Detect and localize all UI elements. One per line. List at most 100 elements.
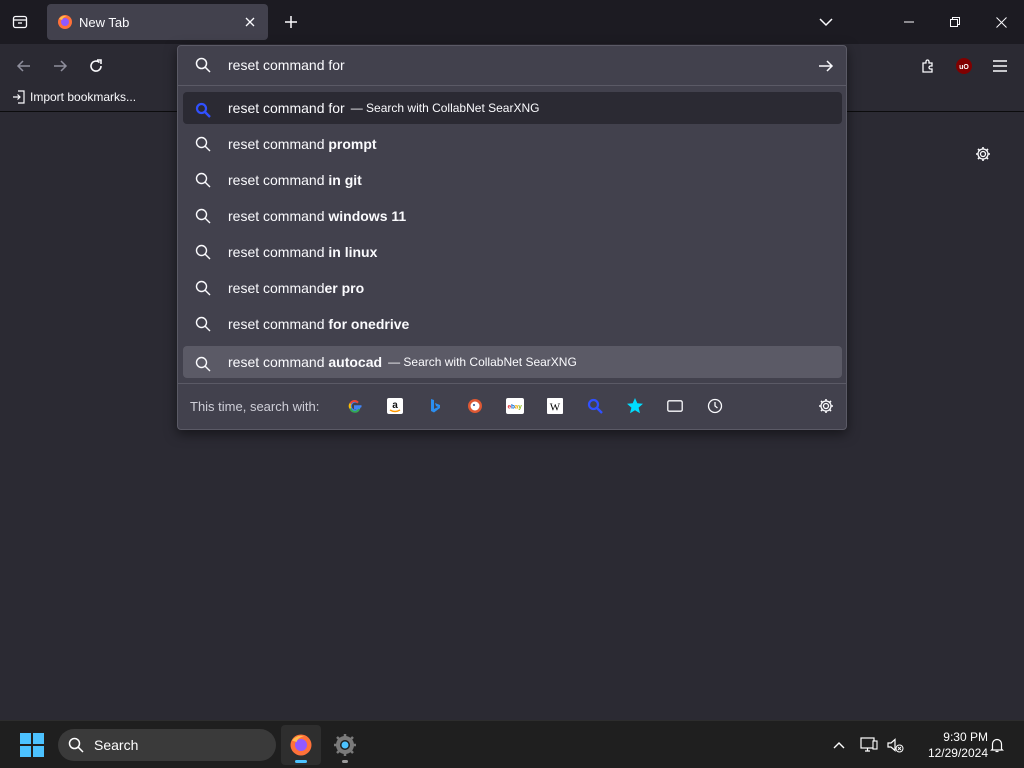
clock-time: 9:30 PM bbox=[943, 730, 988, 744]
ublock-button[interactable]: uO bbox=[950, 52, 978, 80]
tab-close-button[interactable] bbox=[242, 14, 258, 30]
searxng-icon bbox=[587, 398, 603, 414]
search-settings-button[interactable] bbox=[816, 396, 836, 416]
restore-button[interactable] bbox=[932, 0, 978, 44]
search-icon bbox=[195, 172, 211, 188]
result-suggestion: prompt bbox=[328, 136, 377, 152]
volume-button[interactable] bbox=[884, 721, 906, 768]
minimize-icon bbox=[904, 21, 914, 23]
result-suggestion: er pro bbox=[324, 280, 365, 296]
result-row[interactable]: reset command in git bbox=[183, 162, 842, 198]
result-row[interactable]: reset command for onedrive bbox=[183, 306, 842, 342]
tab-icon bbox=[667, 400, 683, 412]
windows-logo-icon bbox=[20, 733, 44, 757]
arrow-left-icon bbox=[16, 60, 30, 72]
taskbar: Search 9:30 PM 12/29/2024 bbox=[0, 720, 1024, 768]
extensions-button[interactable] bbox=[914, 52, 942, 80]
minimize-button[interactable] bbox=[886, 0, 932, 44]
svg-text:W: W bbox=[550, 402, 561, 414]
result-row[interactable]: reset command er pro bbox=[183, 270, 842, 306]
search-tabs-button[interactable] bbox=[665, 396, 685, 416]
search-bookmarks-button[interactable] bbox=[625, 396, 645, 416]
search-icon bbox=[195, 356, 211, 372]
urlbar-popup: reset command for reset command for — Se… bbox=[177, 45, 847, 430]
tab-strip: New Tab bbox=[0, 0, 1024, 44]
result-text: reset command bbox=[228, 316, 329, 332]
gear-icon bbox=[976, 147, 990, 161]
close-icon bbox=[245, 17, 255, 27]
ebay-icon: ebay bbox=[506, 398, 524, 414]
menu-button[interactable] bbox=[986, 52, 1014, 80]
list-all-tabs-button[interactable] bbox=[814, 10, 838, 34]
star-icon bbox=[627, 398, 643, 414]
bell-icon bbox=[990, 738, 1004, 753]
start-button[interactable] bbox=[20, 733, 44, 757]
result-row[interactable]: reset command for — Search with CollabNe… bbox=[183, 92, 842, 124]
search-icon bbox=[195, 316, 211, 332]
search-history-button[interactable] bbox=[705, 396, 725, 416]
result-text: reset command bbox=[228, 354, 329, 370]
wikipedia-icon: W bbox=[547, 398, 563, 414]
show-hidden-icons-button[interactable] bbox=[828, 721, 850, 768]
search-icon bbox=[195, 244, 211, 260]
results-list: reset command for — Search with CollabNe… bbox=[183, 92, 842, 378]
one-off-search-bar: This time, search with: a ebay W bbox=[178, 383, 846, 429]
new-tab-button[interactable] bbox=[279, 10, 303, 34]
tab-new-tab[interactable]: New Tab bbox=[47, 4, 268, 40]
result-action: — Search with CollabNet SearXNG bbox=[350, 101, 540, 115]
result-text: reset command bbox=[228, 244, 329, 260]
urlbar-input[interactable]: reset command for bbox=[228, 57, 345, 73]
taskbar-firefox[interactable] bbox=[281, 725, 321, 765]
active-indicator bbox=[295, 760, 307, 763]
firefox-icon bbox=[290, 734, 312, 756]
result-row[interactable]: reset command autocad — Search with Coll… bbox=[183, 346, 842, 378]
result-text: reset command bbox=[228, 136, 329, 152]
network-button[interactable] bbox=[858, 721, 880, 768]
engine-duckduckgo[interactable] bbox=[465, 396, 485, 416]
customize-newtab-button[interactable] bbox=[972, 143, 994, 165]
engine-searxng[interactable] bbox=[585, 396, 605, 416]
taskbar-settings[interactable] bbox=[325, 725, 365, 765]
hamburger-icon bbox=[993, 60, 1007, 72]
running-indicator bbox=[342, 760, 348, 763]
volume-muted-icon bbox=[887, 738, 904, 753]
go-button[interactable] bbox=[816, 56, 836, 76]
clock-icon bbox=[707, 398, 723, 414]
firefox-view-button[interactable] bbox=[8, 10, 32, 34]
taskbar-search-label: Search bbox=[94, 737, 139, 753]
result-row[interactable]: reset command in linux bbox=[183, 234, 842, 270]
search-icon bbox=[68, 737, 84, 753]
taskbar-search[interactable]: Search bbox=[58, 729, 276, 761]
engine-amazon[interactable]: a bbox=[385, 396, 405, 416]
chevron-down-icon bbox=[819, 18, 833, 27]
engine-ebay[interactable]: ebay bbox=[505, 396, 525, 416]
svg-text:uO: uO bbox=[959, 64, 969, 71]
clock[interactable]: 9:30 PM 12/29/2024 bbox=[912, 729, 988, 761]
forward-button[interactable] bbox=[46, 52, 74, 80]
back-button[interactable] bbox=[10, 52, 38, 80]
engine-google[interactable] bbox=[345, 396, 365, 416]
close-icon bbox=[995, 16, 1007, 28]
notifications-button[interactable] bbox=[986, 721, 1008, 768]
search-icon bbox=[195, 208, 211, 224]
duckduckgo-icon bbox=[468, 399, 482, 413]
ublock-icon: uO bbox=[956, 58, 972, 74]
result-row[interactable]: reset command prompt bbox=[183, 126, 842, 162]
arrow-right-icon bbox=[54, 60, 68, 72]
tab-title: New Tab bbox=[79, 14, 130, 30]
result-row[interactable]: reset command windows 11 bbox=[183, 198, 842, 234]
close-window-button[interactable] bbox=[978, 0, 1024, 44]
reload-button[interactable] bbox=[82, 52, 110, 80]
network-icon bbox=[860, 737, 878, 752]
urlbar-input-row: reset command for bbox=[178, 46, 846, 86]
result-text: reset command bbox=[228, 172, 329, 188]
engine-bing[interactable] bbox=[425, 396, 445, 416]
engine-wikipedia[interactable]: W bbox=[545, 396, 565, 416]
settings-gear-icon bbox=[334, 734, 356, 756]
searxng-icon bbox=[195, 102, 211, 118]
amazon-icon: a bbox=[387, 398, 403, 414]
import-bookmarks-button[interactable]: Import bookmarks... bbox=[12, 90, 136, 104]
restore-icon bbox=[950, 17, 960, 27]
svg-text:y: y bbox=[518, 404, 522, 411]
puzzle-icon bbox=[922, 59, 933, 73]
